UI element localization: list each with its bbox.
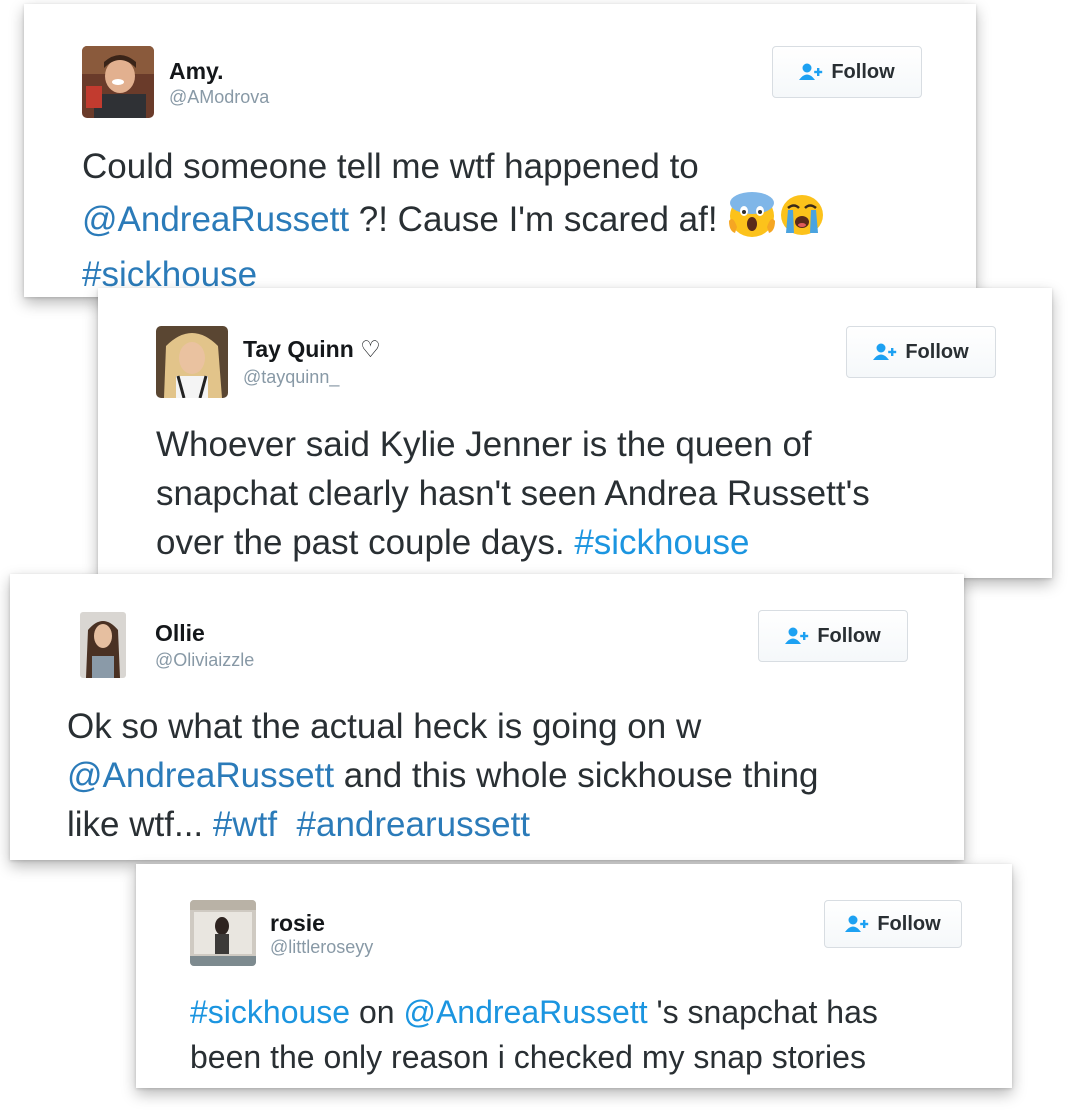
avatar[interactable]	[190, 900, 256, 966]
user-handle[interactable]: @tayquinn_	[243, 367, 339, 388]
follow-label: Follow	[877, 912, 941, 935]
loudly-crying-face-icon	[777, 191, 827, 250]
avatar-photo	[156, 326, 228, 398]
tweet-line: @AndreaRussett ?! Cause I'm scared af!	[82, 191, 827, 250]
hashtag-link[interactable]: #andrearussett	[297, 805, 530, 844]
avatar[interactable]	[82, 46, 154, 118]
tweet-line: been the only reason i checked my snap s…	[190, 1039, 866, 1075]
user-handle[interactable]: @AModrova	[169, 87, 269, 108]
face-screaming-in-fear-icon	[727, 191, 777, 250]
user-name[interactable]: Tay Quinn ♡	[243, 336, 381, 363]
avatar[interactable]	[156, 326, 228, 398]
follow-person-icon	[785, 627, 811, 645]
avatar-photo	[190, 900, 256, 966]
user-name-text: Tay Quinn	[243, 336, 354, 362]
follow-button[interactable]: Follow	[824, 900, 962, 948]
follow-label: Follow	[831, 60, 895, 83]
user-handle[interactable]: @littleroseyy	[270, 937, 373, 958]
mention-link[interactable]: @AndreaRussett	[82, 200, 349, 239]
heart-icon: ♡	[360, 336, 381, 362]
tweet-card-amy: Amy. @AModrova Follow Could someone tell…	[24, 4, 976, 297]
tweet-text: Ok so what the actual heck is going on w…	[67, 702, 819, 849]
tweet-fragment: ?! Cause I'm scared af!	[349, 200, 728, 239]
tweet-line: over the past couple days. #sickhouse	[156, 518, 870, 567]
hashtag-link[interactable]: #sickhouse	[574, 523, 749, 562]
tweet-line: snapchat clearly hasn't seen Andrea Russ…	[156, 474, 870, 513]
follow-button[interactable]: Follow	[772, 46, 922, 98]
user-name[interactable]: Amy.	[169, 58, 224, 85]
user-name[interactable]: Ollie	[155, 620, 205, 647]
user-name[interactable]: rosie	[270, 910, 325, 937]
tweet-line: Could someone tell me wtf happened to	[82, 147, 699, 186]
avatar[interactable]	[80, 612, 126, 678]
hashtag-link[interactable]: #sickhouse	[190, 994, 350, 1030]
mention-link[interactable]: @AndreaRussett	[67, 756, 334, 795]
tweet-card-rosie: rosie @littleroseyy Follow #sickhouse on…	[136, 864, 1012, 1088]
tweet-line: like wtf... #wtf #andrearussett	[67, 800, 819, 849]
follow-person-icon	[873, 343, 899, 361]
tweet-line: Ok so what the actual heck is going on w	[67, 707, 702, 746]
tweet-fragment: over the past couple days.	[156, 523, 575, 562]
mention-link[interactable]: @AndreaRussett	[403, 994, 647, 1030]
tweet-fragment: on	[350, 994, 404, 1030]
follow-person-icon	[845, 915, 871, 933]
follow-button[interactable]: Follow	[758, 610, 908, 662]
tweet-text: Whoever said Kylie Jenner is the queen o…	[156, 420, 870, 567]
tweet-card-ollie: Ollie @Oliviaizzle Follow Ok so what the…	[10, 574, 964, 860]
user-handle[interactable]: @Oliviaizzle	[155, 650, 254, 671]
tweet-text: Could someone tell me wtf happened to @A…	[82, 142, 827, 299]
tweet-text: #sickhouse on @AndreaRussett 's snapchat…	[190, 990, 878, 1080]
tweet-line: Whoever said Kylie Jenner is the queen o…	[156, 425, 812, 464]
follow-person-icon	[799, 63, 825, 81]
avatar-photo	[82, 46, 154, 118]
hashtag-link[interactable]: #wtf	[213, 805, 277, 844]
tweet-fragment: and this whole sickhouse thing	[334, 756, 819, 795]
tweet-card-tay-quinn: Tay Quinn ♡ @tayquinn_ Follow Whoever sa…	[98, 288, 1052, 578]
follow-button[interactable]: Follow	[846, 326, 996, 378]
avatar-photo	[80, 612, 126, 678]
tweet-line: #sickhouse on @AndreaRussett 's snapchat…	[190, 990, 878, 1035]
follow-label: Follow	[817, 624, 881, 647]
follow-label: Follow	[905, 340, 969, 363]
tweet-line: @AndreaRussett and this whole sickhouse …	[67, 751, 819, 800]
tweet-fragment: 's snapchat has	[647, 994, 878, 1030]
tweet-fragment: like wtf...	[67, 805, 213, 844]
